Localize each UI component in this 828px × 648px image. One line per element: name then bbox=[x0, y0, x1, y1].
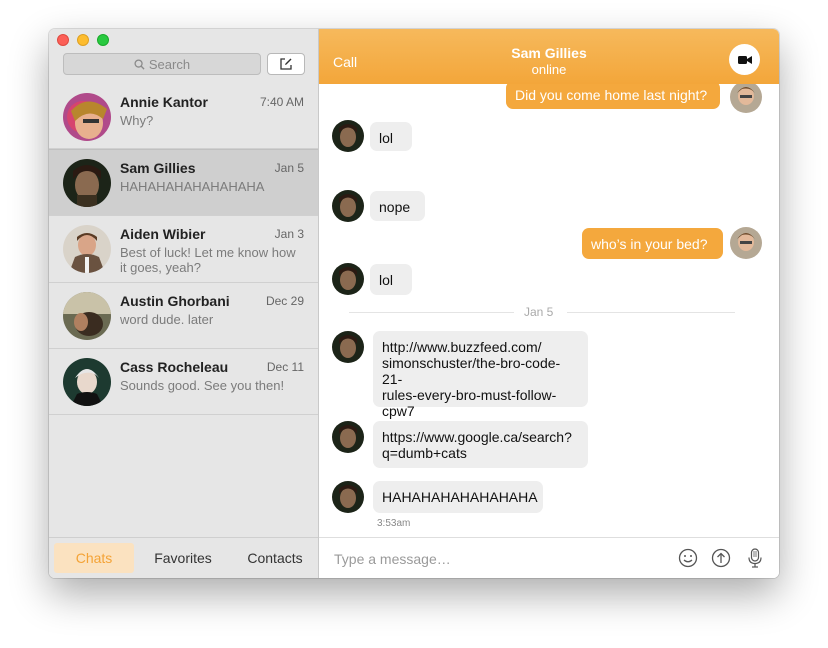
conversation-name: Annie Kantor bbox=[120, 94, 208, 110]
my-avatar bbox=[730, 227, 762, 259]
contact-avatar bbox=[332, 331, 364, 363]
conversation-preview: Best of luck! Let me know how it goes, y… bbox=[120, 245, 296, 275]
message-incoming: nope bbox=[370, 191, 425, 221]
compose-icon bbox=[280, 58, 292, 70]
conversation-time: Dec 11 bbox=[266, 360, 304, 374]
emoji-icon bbox=[678, 548, 698, 568]
message-list: Did you come home last night? lol nope w… bbox=[319, 84, 779, 539]
conversation-annie-kantor[interactable]: Annie Kantor 7:40 AM Why? bbox=[49, 84, 318, 149]
close-window-button[interactable] bbox=[57, 34, 69, 46]
conversation-sam-gillies[interactable]: Sam Gillies Jan 5 HAHAHAHAHAHAHAHA bbox=[49, 149, 318, 216]
message-timestamp: 3:53am bbox=[377, 518, 411, 529]
tab-favorites[interactable]: Favorites bbox=[143, 543, 223, 573]
conversation-list: Annie Kantor 7:40 AM Why? Sam Gillies Ja… bbox=[49, 84, 318, 415]
message-composer bbox=[319, 537, 779, 578]
message-incoming-link[interactable]: https://www.google.ca/search? q=dumb+cat… bbox=[373, 421, 588, 468]
message-outgoing: who’s in your bed? bbox=[582, 228, 723, 259]
sidebar: Search Annie Kantor 7:40 AM Why? Sam Gil… bbox=[49, 29, 319, 578]
conversation-preview: Why? bbox=[120, 113, 154, 128]
upload-button[interactable] bbox=[711, 548, 731, 568]
avatar bbox=[63, 292, 111, 340]
minimize-window-button[interactable] bbox=[77, 34, 89, 46]
chat-header: Call Sam Gillies online bbox=[319, 29, 779, 84]
date-divider-line bbox=[349, 312, 514, 313]
tab-chats[interactable]: Chats bbox=[54, 543, 134, 573]
contact-avatar bbox=[332, 481, 364, 513]
date-divider-label: Jan 5 bbox=[524, 305, 554, 319]
search-input[interactable]: Search bbox=[63, 53, 261, 75]
avatar bbox=[63, 225, 111, 273]
conversation-time: Jan 5 bbox=[274, 161, 304, 175]
search-icon bbox=[134, 58, 145, 70]
window-controls bbox=[57, 34, 109, 46]
conversation-time: Jan 3 bbox=[274, 227, 304, 241]
conversation-name: Cass Rocheleau bbox=[120, 359, 229, 375]
microphone-icon bbox=[748, 548, 762, 568]
tab-contacts[interactable]: Contacts bbox=[235, 543, 315, 573]
video-call-button[interactable] bbox=[729, 44, 760, 75]
sidebar-tab-bar: Chats Favorites Contacts bbox=[49, 537, 318, 578]
conversation-name: Aiden Wibier bbox=[120, 226, 206, 242]
avatar bbox=[63, 93, 111, 141]
conversation-austin-ghorbani[interactable]: Austin Ghorbani Dec 29 word dude. later bbox=[49, 283, 318, 349]
conversation-time: Dec 29 bbox=[265, 294, 304, 308]
avatar bbox=[63, 159, 111, 207]
conversation-aiden-wibier[interactable]: Aiden Wibier Jan 3 Best of luck! Let me … bbox=[49, 216, 318, 283]
message-incoming-link[interactable]: http://www.buzzfeed.com/ simonschuster/t… bbox=[373, 331, 588, 419]
conversation-name: Austin Ghorbani bbox=[120, 293, 230, 309]
app-window: Search Annie Kantor 7:40 AM Why? Sam Gil… bbox=[49, 29, 779, 578]
contact-status: online bbox=[531, 62, 567, 77]
my-avatar bbox=[730, 84, 762, 113]
search-placeholder: Search bbox=[148, 56, 191, 72]
conversation-name: Sam Gillies bbox=[120, 160, 196, 176]
video-camera-icon bbox=[737, 55, 752, 64]
conversation-cass-rocheleau[interactable]: Cass Rocheleau Dec 11 Sounds good. See y… bbox=[49, 349, 318, 415]
date-divider-line bbox=[567, 312, 735, 313]
contact-avatar bbox=[332, 421, 364, 453]
contact-avatar bbox=[332, 190, 364, 222]
chat-panel: Call Sam Gillies online Did you come hom… bbox=[319, 29, 779, 578]
contact-avatar bbox=[332, 263, 364, 295]
compose-button[interactable] bbox=[267, 53, 305, 75]
upload-icon bbox=[711, 548, 731, 568]
message-incoming: lol bbox=[370, 264, 412, 295]
conversation-preview: HAHAHAHAHAHAHAHA bbox=[120, 179, 265, 194]
conversation-time: 7:40 AM bbox=[259, 95, 304, 109]
emoji-button[interactable] bbox=[678, 548, 698, 568]
message-input[interactable] bbox=[332, 549, 656, 569]
voice-record-button[interactable] bbox=[745, 548, 765, 568]
conversation-preview: Sounds good. See you then! bbox=[120, 378, 285, 393]
conversation-preview: word dude. later bbox=[120, 312, 214, 327]
contact-name: Sam Gillies bbox=[511, 45, 587, 61]
message-incoming: HAHAHAHAHAHAHAHA bbox=[373, 481, 543, 513]
zoom-window-button[interactable] bbox=[97, 34, 109, 46]
avatar bbox=[63, 358, 111, 406]
message-incoming: lol bbox=[370, 122, 412, 151]
contact-avatar bbox=[332, 120, 364, 152]
message-outgoing: Did you come home last night? bbox=[506, 84, 720, 109]
